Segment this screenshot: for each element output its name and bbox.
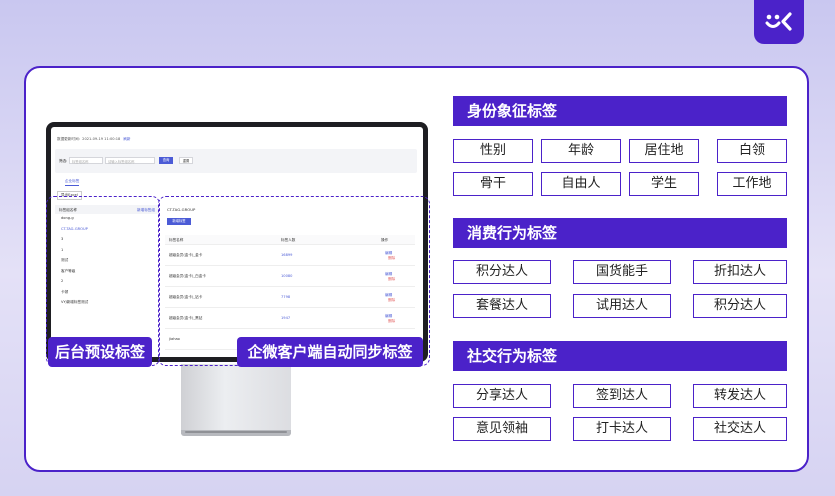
filter-panel: 筛选: 标签组名称 请输入标签组名称 查询 重置	[55, 149, 417, 173]
tag-chip: 学生	[629, 172, 699, 196]
tag-chip: 折扣达人	[693, 260, 787, 284]
tag-chip: 积分达人	[693, 294, 787, 318]
tag-chip: 转发达人	[693, 384, 787, 408]
tag-chip: 签到达人	[573, 384, 671, 408]
group-name-input[interactable]: 请输入标签组名称	[105, 157, 155, 164]
tag-chip: 意见领袖	[453, 417, 551, 441]
tag-chip: 工作地	[717, 172, 787, 196]
tag-chip: 居住地	[629, 139, 699, 163]
tag-chip: 打卡达人	[573, 417, 671, 441]
refresh-link[interactable]: 刷新	[123, 137, 130, 141]
tag-chip: 积分达人	[453, 260, 551, 284]
synced-tags-badge: 企微客户端自动同步标签	[237, 337, 423, 367]
social-tags-title: 社交行为标签	[453, 341, 787, 371]
tag-chip: 白领	[717, 139, 787, 163]
monitor-stand-base	[181, 430, 291, 436]
tab-enterprise-tags[interactable]: 企业标签	[65, 179, 80, 186]
tag-chip: 自由人	[541, 172, 621, 196]
filter-label: 筛选:	[59, 159, 68, 163]
tag-chip: 社交达人	[693, 417, 787, 441]
reset-button[interactable]: 重置	[179, 157, 193, 164]
brand-logo-icon	[765, 12, 792, 31]
tag-chip: 试用达人	[573, 294, 671, 318]
update-time-bar: 数据更新时间：2021-09-19 11:00:18 刷新	[57, 137, 131, 142]
tag-chip: 分享达人	[453, 384, 551, 408]
query-button[interactable]: 查询	[159, 157, 173, 164]
brand-logo	[754, 0, 804, 44]
tag-chip: 套餐达人	[453, 294, 551, 318]
update-time-text: 数据更新时间：2021-09-19 11:00:18	[57, 137, 121, 141]
tag-chip: 性别	[453, 139, 533, 163]
tag-chip: 骨干	[453, 172, 533, 196]
group-name-select[interactable]: 标签组名称	[69, 157, 103, 164]
monitor-stand	[181, 364, 291, 434]
tag-chip: 国货能手	[573, 260, 671, 284]
consumption-tags-title: 消费行为标签	[453, 218, 787, 248]
preset-tags-badge: 后台预设标签	[48, 337, 152, 367]
identity-tags-title: 身份象征标签	[453, 96, 787, 126]
tag-chip: 年龄	[541, 139, 621, 163]
